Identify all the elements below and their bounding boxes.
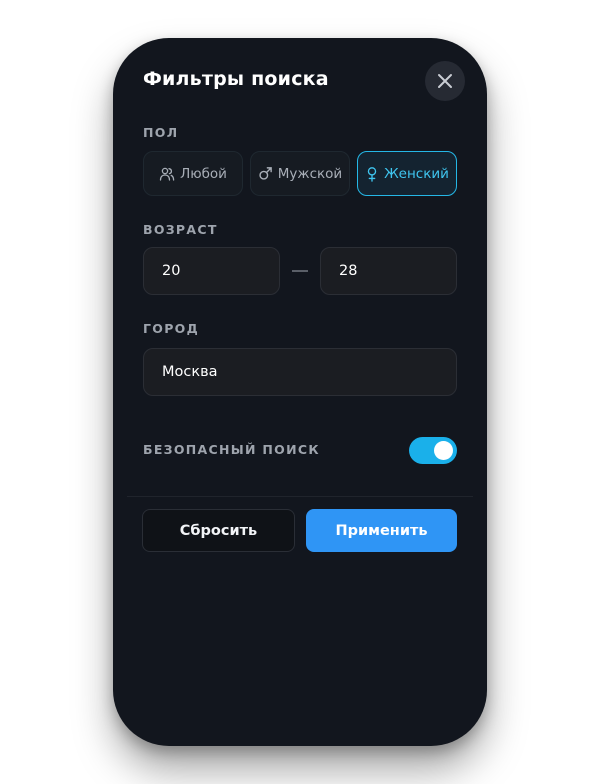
reset-button[interactable]: Сбросить [142, 509, 295, 552]
users-icon [159, 166, 175, 182]
filter-panel: Фильтры поиска ПОЛ Любой Мужской Женский… [113, 38, 487, 746]
city-input[interactable]: Москва [143, 348, 457, 396]
gender-option-any[interactable]: Любой [143, 151, 243, 196]
male-symbol-icon [258, 166, 273, 181]
gender-option-label: Любой [180, 165, 227, 182]
age-to-input[interactable]: 28 [320, 247, 457, 295]
gender-selector: Любой Мужской Женский [143, 151, 457, 196]
female-symbol-icon [365, 166, 379, 182]
page-title: Фильтры поиска [143, 68, 329, 90]
gender-option-male[interactable]: Мужской [250, 151, 350, 196]
gender-option-female[interactable]: Женский [357, 151, 457, 196]
gender-option-label: Мужской [277, 165, 343, 182]
close-button[interactable] [425, 61, 465, 101]
safe-search-label: БЕЗОПАСНЫЙ ПОИСК [143, 442, 320, 457]
age-from-input[interactable]: 20 [143, 247, 280, 295]
range-dash [292, 270, 308, 272]
safe-search-toggle[interactable] [409, 437, 457, 464]
apply-button[interactable]: Применить [306, 509, 457, 552]
divider [127, 496, 473, 497]
gender-option-label: Женский [384, 165, 449, 182]
close-icon [438, 74, 452, 88]
age-section-label: ВОЗРАСТ [143, 222, 218, 237]
city-section-label: ГОРОД [143, 321, 200, 336]
gender-section-label: ПОЛ [143, 125, 179, 140]
toggle-knob [434, 441, 453, 460]
